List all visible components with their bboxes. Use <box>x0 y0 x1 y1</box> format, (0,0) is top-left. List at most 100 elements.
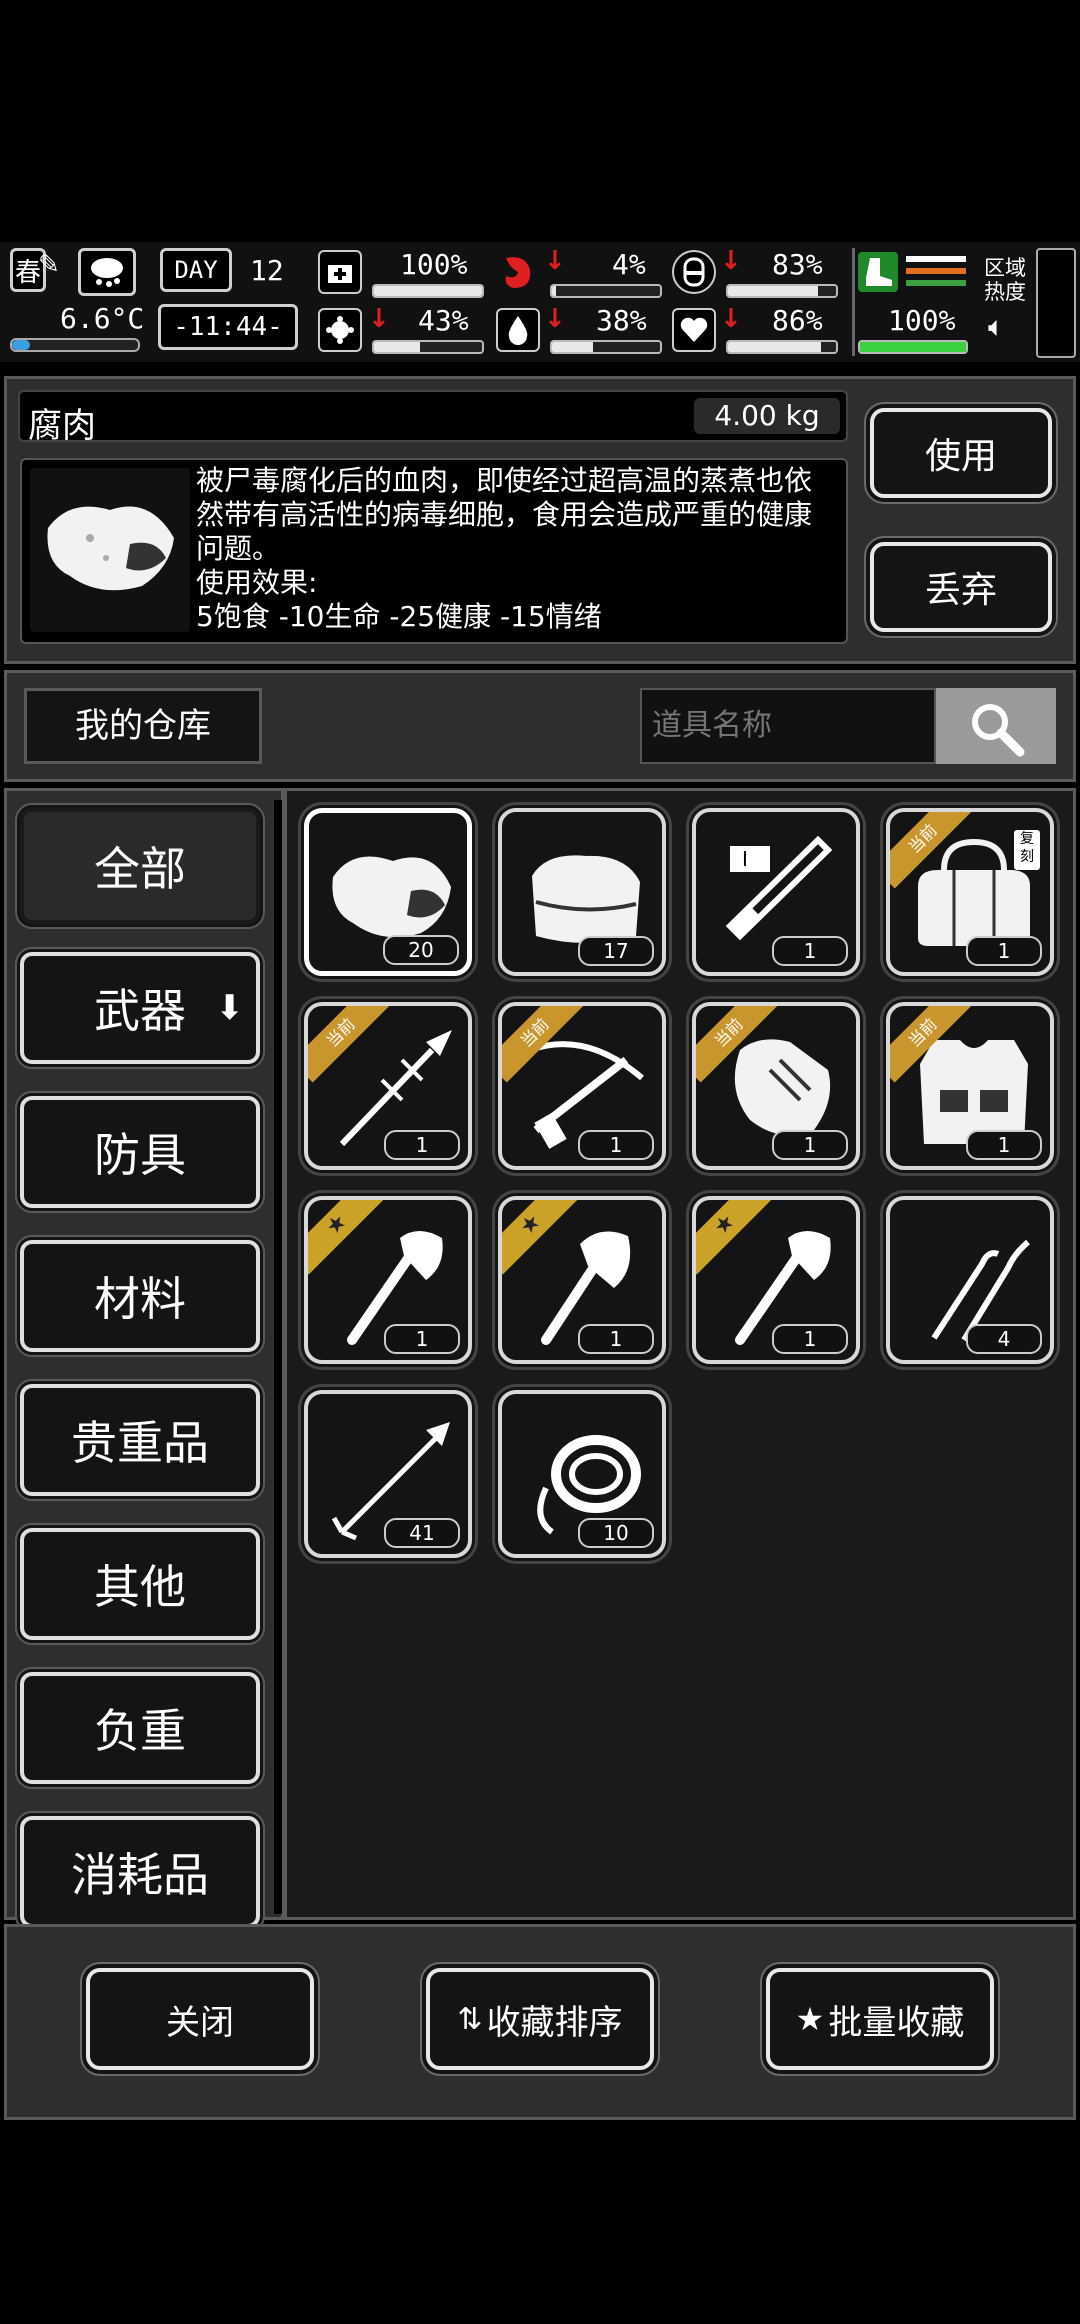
inventory-slot[interactable]: 10 <box>498 1390 666 1558</box>
close-button[interactable]: 关闭 <box>86 1968 314 2070</box>
search-input[interactable] <box>640 688 936 764</box>
item-count: 1 <box>578 1130 654 1160</box>
stamina-bar <box>726 284 838 298</box>
endurance-stripe <box>906 256 966 262</box>
hunger-bar <box>550 284 662 298</box>
stamina-value: 83% <box>772 248 823 281</box>
search-icon <box>972 704 1025 757</box>
inventory-slot[interactable]: 20 <box>304 808 472 976</box>
category-label: 武器 <box>94 984 186 1038</box>
storage-title: 我的仓库 <box>24 688 262 764</box>
hunger-down-arrow-icon: ↓ <box>544 246 566 276</box>
category-tab[interactable]: 其他 <box>20 1528 260 1640</box>
boot-icon <box>858 252 898 292</box>
category-label: 材料 <box>94 1272 186 1326</box>
region-heat-label: 区域 热度 <box>984 256 1026 304</box>
thirst-down-arrow-icon: ↓ <box>544 304 566 334</box>
item-name: 腐肉 <box>28 406 96 446</box>
item-description: 被尸毒腐化后的血肉，即使经过超高温的蒸煮也依然带有高活性的病毒细胞，食用会造成严… <box>196 464 836 634</box>
status-bar: 春 ✎ 6.6°C DAY 12 -11:44- 100% ↓ 43% ↓ 4%… <box>0 242 1080 362</box>
category-label: 全部 <box>94 842 186 896</box>
health-icon <box>318 250 362 294</box>
category-label: 其他 <box>94 1560 186 1614</box>
category-tab[interactable]: 消耗品 <box>20 1816 260 1928</box>
inventory-slot[interactable]: I1 <box>692 808 860 976</box>
item-count: 1 <box>772 1130 848 1160</box>
item-count: 1 <box>966 1130 1042 1160</box>
inventory-slot[interactable]: 17 <box>498 808 666 976</box>
category-label: 消耗品 <box>71 1848 209 1902</box>
batch-favorite-button[interactable]: ★ 批量收藏 <box>766 1968 994 2070</box>
mood-down-arrow-icon: ↓ <box>720 304 742 334</box>
item-count: 1 <box>772 936 848 966</box>
inventory-slot[interactable]: 当前 1 <box>304 1002 472 1170</box>
thirst-bar <box>550 340 662 354</box>
item-description-box: 被尸毒腐化后的血肉，即使经过超高温的蒸煮也依然带有高活性的病毒细胞，食用会造成严… <box>20 458 848 644</box>
endurance-stripe <box>906 268 966 274</box>
stamina-down-arrow-icon: ↓ <box>720 246 742 276</box>
item-weight: 4.00 kg <box>694 398 840 434</box>
health-value: 100% <box>400 248 468 281</box>
sidebar-scrollbar[interactable] <box>274 800 282 1914</box>
endurance-value: 100% <box>888 304 956 337</box>
use-button[interactable]: 使用 <box>870 408 1052 498</box>
replica-tag: 复刻 <box>1014 830 1040 870</box>
sort-favorites-button[interactable]: ⇅ 收藏排序 <box>426 1968 654 2070</box>
category-tab[interactable]: 贵重品 <box>20 1384 260 1496</box>
search-button[interactable] <box>936 688 1056 764</box>
category-label: 负重 <box>94 1704 186 1758</box>
item-count: 17 <box>578 936 654 966</box>
inventory-slot[interactable]: 当前 1 <box>886 1002 1054 1170</box>
expand-down-icon: ⬇ <box>215 988 245 1028</box>
day-label: DAY <box>160 248 232 292</box>
stars-icon: ★ <box>795 2000 825 2038</box>
feather-icon: ✎ <box>38 250 60 280</box>
category-tab[interactable]: 防具 <box>20 1096 260 1208</box>
inventory-slot[interactable]: 4 <box>886 1196 1054 1364</box>
category-tab[interactable]: 材料 <box>20 1240 260 1352</box>
discard-button[interactable]: 丢弃 <box>870 542 1052 632</box>
sort-favorites-label: 收藏排序 <box>486 2002 623 2043</box>
endurance-stripe <box>906 280 966 286</box>
hunger-value: 4% <box>612 248 646 281</box>
day-number: 12 <box>250 254 284 287</box>
item-count: 10 <box>578 1518 654 1548</box>
infection-down-arrow-icon: ↓ <box>368 304 390 334</box>
item-count: 1 <box>966 936 1042 966</box>
svg-text:I: I <box>742 847 748 871</box>
swap-arrows-icon: ⇅ <box>457 2001 483 2037</box>
virus-icon <box>318 308 362 352</box>
region-heat-meter <box>1036 248 1076 358</box>
mood-value: 86% <box>772 304 823 337</box>
mood-bar <box>726 340 838 354</box>
clock: -11:44- <box>158 304 298 350</box>
inventory-slot[interactable]: 41 <box>304 1390 472 1558</box>
speaker-icon[interactable]: 🔈︎ <box>988 310 1005 344</box>
item-description-text: 被尸毒腐化后的血肉，即使经过超高温的蒸煮也依然带有高活性的病毒细胞，食用会造成严… <box>196 464 813 565</box>
inventory-slot[interactable]: 当前 1 <box>692 1002 860 1170</box>
category-label: 贵重品 <box>71 1416 209 1470</box>
inventory-slot[interactable]: ★ 1 <box>304 1196 472 1364</box>
infection-bar <box>372 340 484 354</box>
stamina-icon <box>672 250 716 294</box>
item-effect-text: 5饱食 -10生命 -25健康 -15情绪 <box>196 600 602 633</box>
inventory-slot[interactable]: 当前 1 <box>498 1002 666 1170</box>
item-count: 1 <box>384 1324 460 1354</box>
weather-icon <box>78 248 136 296</box>
category-tab[interactable]: 全部 <box>20 808 260 924</box>
temperature-bar <box>10 338 140 352</box>
item-count: 1 <box>772 1324 848 1354</box>
heart-icon <box>672 308 716 352</box>
category-tab[interactable]: 武器 ⬇ <box>20 952 260 1064</box>
inventory-slot[interactable]: 当前 复刻 1 <box>886 808 1054 976</box>
stomach-icon <box>496 250 540 294</box>
temperature-text: 6.6°C <box>60 302 145 335</box>
inventory-slot[interactable]: ★ 1 <box>498 1196 666 1364</box>
category-label: 防具 <box>94 1128 186 1182</box>
water-drop-icon <box>496 308 540 352</box>
item-count: 1 <box>384 1130 460 1160</box>
inventory-slot[interactable]: ★ 1 <box>692 1196 860 1364</box>
category-tab[interactable]: 负重 <box>20 1672 260 1784</box>
thirst-value: 38% <box>596 304 647 337</box>
batch-favorite-label: 批量收藏 <box>828 2002 965 2043</box>
